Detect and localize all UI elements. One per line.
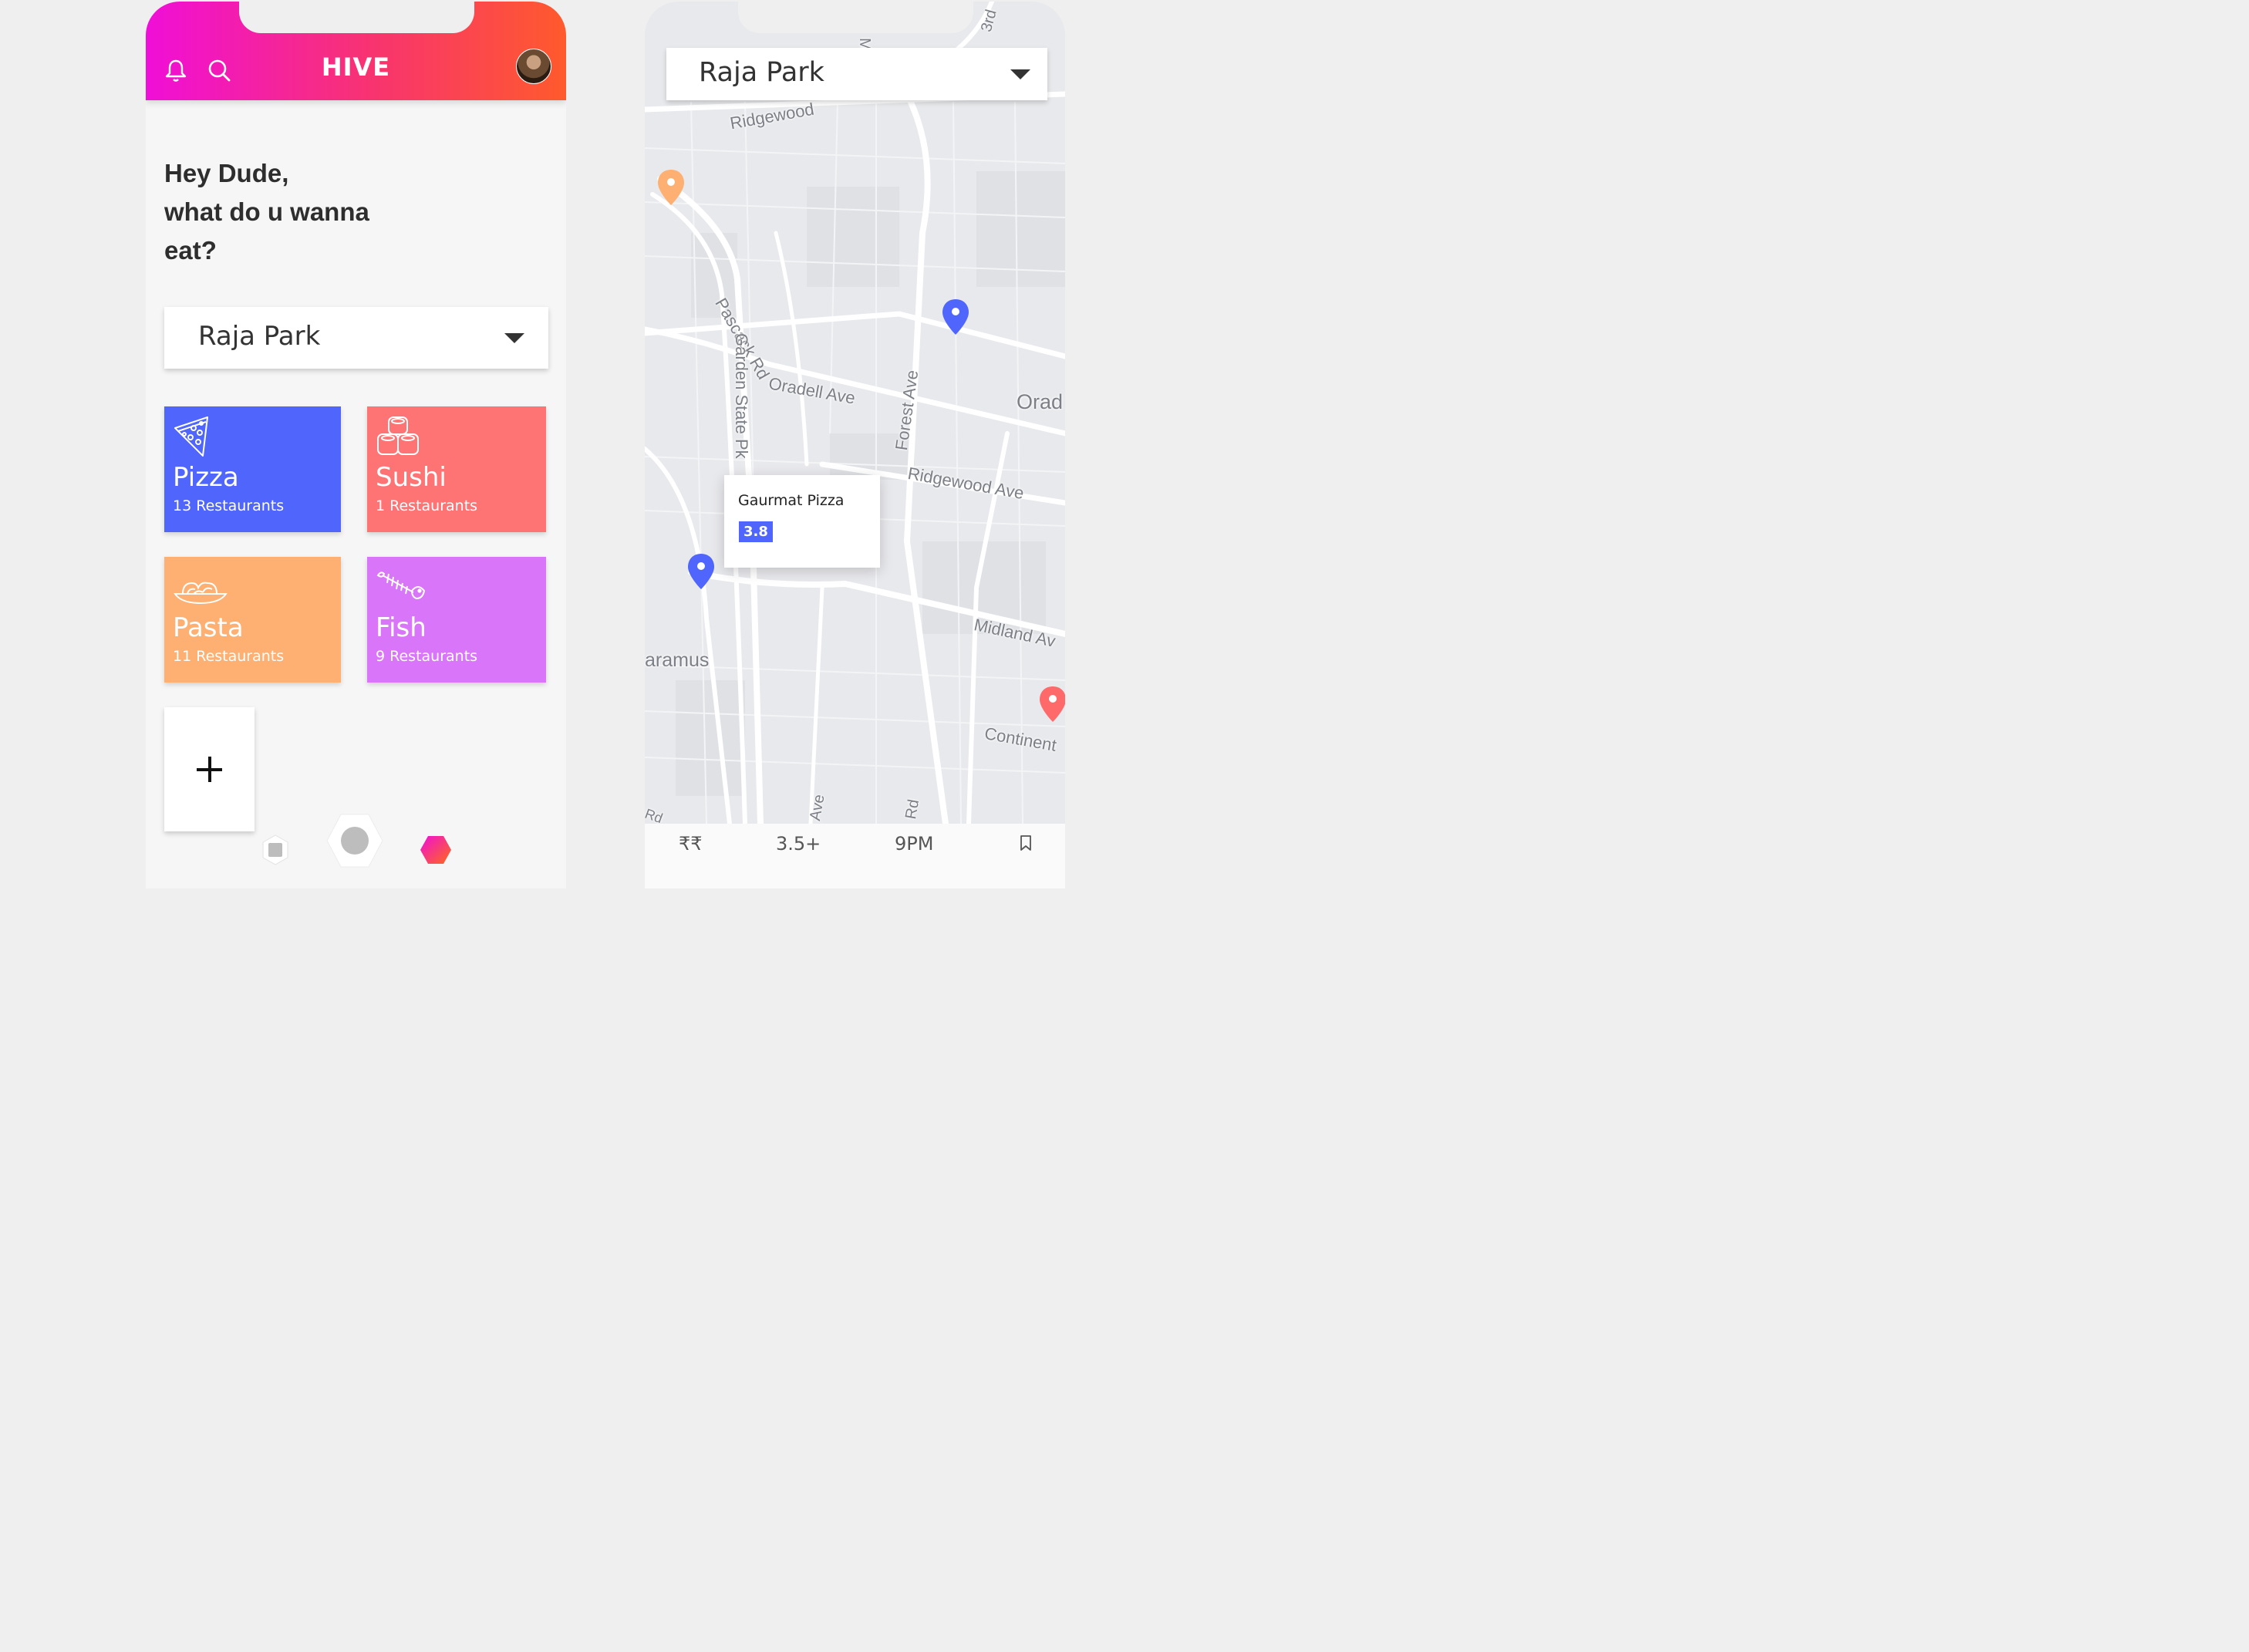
pasta-icon <box>174 582 228 605</box>
restaurant-name: Gaurmat Pizza <box>738 492 845 509</box>
sushi-icon <box>377 416 419 455</box>
location-dropdown[interactable]: Raja Park <box>164 307 548 369</box>
map-label: Orad <box>1017 390 1064 413</box>
phone-notch <box>738 2 973 33</box>
price-filter[interactable]: ₹₹ <box>679 833 703 855</box>
filter-bar: ₹₹ 3.5+ 9PM <box>645 824 1065 888</box>
nav-hive-icon[interactable] <box>420 834 452 865</box>
map-pin-icon[interactable] <box>941 298 970 336</box>
fish-icon <box>376 571 426 600</box>
category-name: Pasta <box>173 612 244 643</box>
map-pin-icon[interactable] <box>656 168 686 207</box>
rating-badge: 3.8 <box>739 521 773 542</box>
caret-down-icon <box>1010 69 1030 79</box>
map-pin-icon[interactable] <box>1038 685 1065 723</box>
plus-icon <box>208 757 211 782</box>
time-filter[interactable]: 9PM <box>895 833 933 855</box>
nav-home-icon[interactable] <box>325 811 384 870</box>
rating-filter[interactable]: 3.5+ <box>776 833 821 855</box>
add-category-button[interactable] <box>164 707 255 831</box>
bookmark-icon[interactable] <box>1020 834 1032 851</box>
location-selected: Raja Park <box>198 321 321 352</box>
caret-down-icon <box>504 333 524 343</box>
map-pin-icon[interactable] <box>686 552 716 591</box>
app-title: HIVE <box>321 52 391 82</box>
category-tile-pasta[interactable]: Pasta 11 Restaurants <box>164 557 341 683</box>
category-name: Sushi <box>376 462 447 493</box>
nav-square-icon[interactable] <box>260 834 291 865</box>
map-screen: Ridgewood Pascack Rd Garden State Pk Ora… <box>645 2 1065 888</box>
restaurant-count: 11 Restaurants <box>173 648 285 665</box>
map-label: Garden State Pk <box>732 333 751 459</box>
map-label: aramus <box>645 649 710 671</box>
restaurant-count: 1 Restaurants <box>376 497 478 514</box>
restaurant-count: 13 Restaurants <box>173 497 285 514</box>
restaurant-count: 9 Restaurants <box>376 648 478 665</box>
location-dropdown[interactable]: Raja Park <box>666 48 1047 100</box>
location-selected: Raja Park <box>699 57 824 88</box>
category-tile-fish[interactable]: Fish 9 Restaurants <box>367 557 546 683</box>
category-tile-pizza[interactable]: Pizza 13 Restaurants <box>164 406 341 532</box>
category-tile-sushi[interactable]: Sushi 1 Restaurants <box>367 406 546 532</box>
greeting-line: what do u wanna <box>164 197 369 226</box>
phone-notch <box>239 2 474 33</box>
category-name: Fish <box>376 612 427 643</box>
greeting-line: eat? <box>164 236 217 265</box>
restaurant-popup[interactable]: Gaurmat Pizza 3.8 <box>724 475 880 568</box>
category-name: Pizza <box>173 462 239 493</box>
greeting-heading: Hey Dude, what do u wanna eat? <box>164 154 488 270</box>
map-canvas[interactable] <box>645 2 1065 824</box>
home-screen: HIVE Hey Dude, what do u wanna eat? Raja… <box>146 2 566 888</box>
pizza-icon <box>174 416 208 457</box>
greeting-line: Hey Dude, <box>164 159 289 187</box>
map-label: Rd <box>902 797 923 821</box>
avatar[interactable] <box>516 49 551 84</box>
